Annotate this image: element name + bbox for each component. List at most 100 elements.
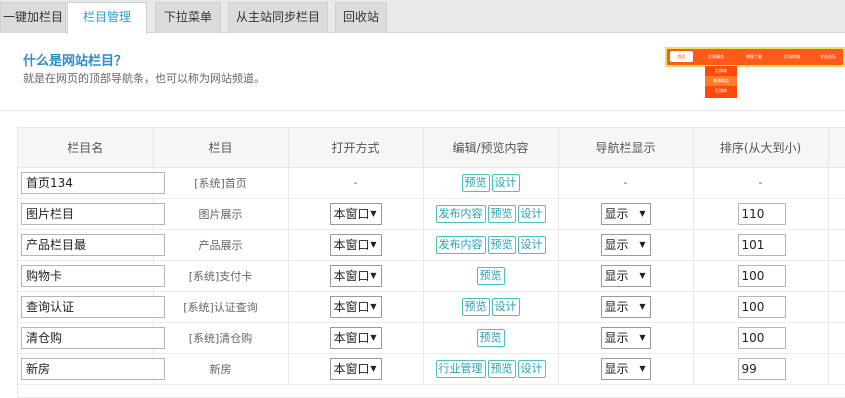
cell-column: [系统]支付卡 (153, 260, 289, 292)
cell-extra (828, 353, 845, 385)
column-name-input[interactable] (21, 202, 165, 225)
nav-display-value: 显示 (604, 330, 629, 345)
column-name-input[interactable] (21, 295, 165, 318)
preview-button[interactable]: 预览 (487, 359, 516, 378)
sort-order-input[interactable] (737, 264, 786, 287)
header-column: 栏目 (153, 128, 289, 168)
preview-button[interactable]: 预览 (476, 266, 505, 285)
preview-button[interactable]: 预览 (487, 204, 516, 223)
section-divider (0, 110, 845, 111)
tab-dropdown-menu[interactable]: 下拉菜单 (155, 2, 221, 33)
chevron-down-icon: ▼ (639, 332, 646, 342)
open-mode-value: 本窗口 (333, 299, 370, 314)
tab-recycle-bin[interactable]: 回收站 (335, 2, 387, 33)
chevron-down-icon: ▼ (370, 363, 377, 373)
sort-order-input[interactable] (737, 233, 786, 256)
chevron-down-icon: ▼ (639, 239, 646, 249)
cell-column: [系统]清仓购 (153, 322, 289, 354)
column-name-input[interactable] (21, 357, 165, 380)
cell-sort-order (693, 229, 829, 261)
design-button[interactable]: 设计 (517, 235, 546, 254)
open-mode-select[interactable]: 本窗口 ▼ (329, 264, 382, 287)
cell-nav-display: 显示 ▼ (558, 291, 694, 323)
header-column-name: 栏目名 (18, 128, 154, 168)
cell-open-mode: 本窗口 ▼ (288, 322, 424, 354)
open-mode-select[interactable]: 本窗口 ▼ (329, 295, 382, 318)
cell-column: 新房 (153, 353, 289, 385)
cell-sort-order (693, 322, 829, 354)
open-mode-value: 本窗口 (333, 361, 370, 376)
column-name-input[interactable] (21, 264, 165, 287)
design-button[interactable]: 设计 (491, 173, 520, 192)
column-name-input[interactable] (21, 233, 165, 256)
cell-sort-order (693, 353, 829, 385)
preview-button[interactable]: 预览 (487, 235, 516, 254)
tab-quick-add[interactable]: 一键加栏目 (0, 2, 66, 33)
nav-preview-dropdown-item: 后润商 (715, 68, 727, 73)
preview-button[interactable]: 预览 (461, 297, 490, 316)
cell-open-mode: - (288, 167, 424, 199)
sort-order-input[interactable] (737, 202, 786, 225)
nav-display-select[interactable]: 显示 ▼ (600, 264, 651, 287)
cell-actions: 行业管理 预览 设计 (423, 353, 559, 385)
cell-open-mode: 本窗口 ▼ (288, 353, 424, 385)
cell-extra (828, 291, 845, 323)
cell-actions: 发布内容 预览 设计 (423, 198, 559, 230)
tab-column-management[interactable]: 栏目管理 (67, 2, 147, 34)
sort-order-input[interactable] (737, 357, 786, 380)
preview-button[interactable]: 预览 (476, 328, 505, 347)
design-button[interactable]: 设计 (491, 297, 520, 316)
table-header-row: 栏目名 栏目 打开方式 编辑/预览内容 导航栏显示 排序(从大到小) (18, 128, 845, 168)
cell-open-mode: 本窗口 ▼ (288, 260, 424, 292)
cell-name (18, 198, 165, 230)
open-mode-select[interactable]: 本窗口 ▼ (329, 357, 382, 380)
nav-display-select[interactable]: 显示 ▼ (600, 202, 651, 225)
chevron-down-icon: ▼ (639, 208, 646, 218)
table-row: [系统]支付卡 本窗口▼ 预览 显示 ▼ (18, 260, 845, 292)
table-row: 新房 本窗口▼ 行业管理预览设计 显示▼ (18, 353, 845, 385)
column-name-input[interactable] (21, 326, 165, 349)
cell-column: [系统]认证查询 (153, 291, 289, 323)
cell-column: 产品展示 (153, 229, 289, 261)
nav-display-select[interactable]: 显示 ▼ (600, 295, 651, 318)
nav-display-select[interactable]: 显示 ▼ (600, 357, 651, 380)
nav-display-select[interactable]: 显示 ▼ (600, 233, 651, 256)
nav-preview-item: 后润服务 (708, 54, 724, 59)
nav-preview-dropdown-item: 普通商品 (705, 76, 737, 86)
nav-preview-home-label: 首页 (677, 54, 686, 59)
cell-name (18, 353, 165, 385)
cell-open-mode: 本窗口 ▼ (288, 291, 424, 323)
cell-column: 图片展示 (153, 198, 289, 230)
design-button[interactable]: 设计 (517, 204, 546, 223)
nav-preview-dropdown: 后润商 普通商品 后润商 (705, 66, 737, 98)
chevron-down-icon: ▼ (639, 270, 646, 280)
chevron-down-icon: ▼ (370, 332, 377, 342)
cell-name (18, 291, 165, 323)
open-mode-select[interactable]: 本窗口 ▼ (329, 326, 382, 349)
table-row: [系统]清仓购 本窗口▼ 预览 显示 ▼ (18, 322, 845, 354)
sort-order-input[interactable] (737, 295, 786, 318)
cell-name (18, 229, 165, 261)
cell-actions: 预览 设计 (423, 291, 559, 323)
preview-button[interactable]: 预览 (461, 173, 490, 192)
nav-display-select[interactable]: 显示 ▼ (600, 326, 651, 349)
nav-display-value: 显示 (604, 268, 629, 283)
open-mode-value: 本窗口 (333, 206, 370, 221)
open-mode-select[interactable]: 本窗口 ▼ (329, 233, 382, 256)
cell-actions: 发布内容 预览 设计 (423, 229, 559, 261)
sort-order-input[interactable] (737, 326, 786, 349)
tab-sync-from-main[interactable]: 从主站同步栏目 (228, 2, 328, 33)
table-row: [系统]首页 - 预览设计 - - (18, 167, 845, 199)
info-title: 什么是网站栏目？ (23, 54, 128, 69)
column-name-input[interactable] (21, 171, 165, 194)
design-button[interactable]: 设计 (517, 359, 546, 378)
cell-nav-display: - (558, 167, 694, 199)
cell-name (18, 322, 165, 354)
cell-extra (828, 229, 845, 261)
publish-content-button[interactable]: 发布内容 (435, 204, 486, 223)
column-table-container: 栏目名 栏目 打开方式 编辑/预览内容 导航栏显示 排序(从大到小) [系统]首… (17, 127, 845, 398)
open-mode-select[interactable]: 本窗口 ▼ (329, 202, 382, 225)
publish-content-button[interactable]: 发布内容 (435, 235, 486, 254)
cell-nav-display: 显示 ▼ (558, 229, 694, 261)
industry-management-button[interactable]: 行业管理 (435, 359, 486, 378)
